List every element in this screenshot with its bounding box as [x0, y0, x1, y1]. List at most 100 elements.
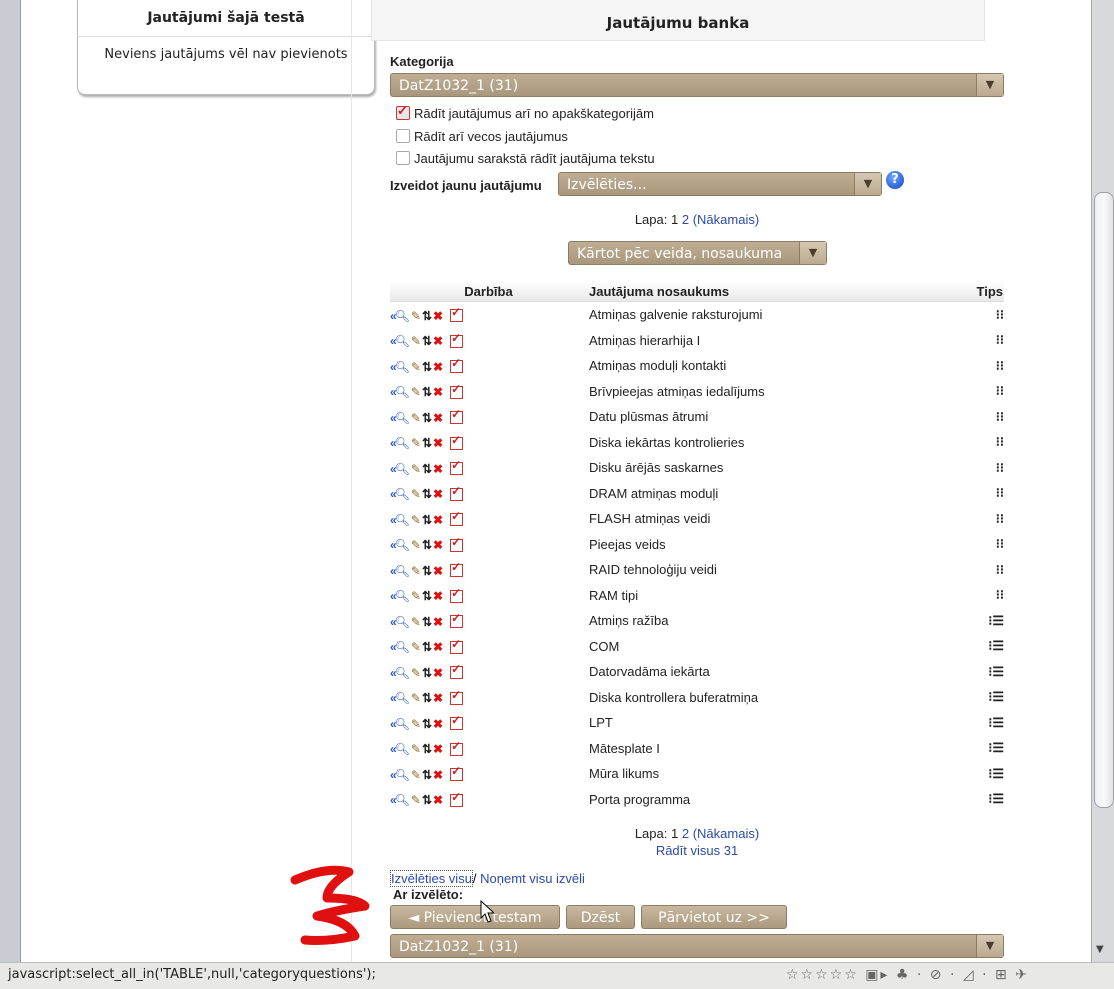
preview-icon[interactable]: 🔍︎ — [395, 691, 410, 705]
delete-icon[interactable]: ✖ — [433, 564, 443, 578]
row-select-checkbox[interactable] — [450, 458, 464, 476]
delete-button[interactable]: Dzēst — [566, 905, 635, 929]
preview-icon[interactable]: 🔍︎ — [395, 793, 410, 807]
edit-icon[interactable]: ✎ — [411, 334, 421, 348]
add-to-test-icon[interactable]: « — [390, 793, 396, 807]
col-header-name[interactable]: Jautājuma nosaukums — [587, 281, 942, 302]
edit-icon[interactable]: ✎ — [411, 564, 421, 578]
row-select-checkbox[interactable] — [450, 433, 464, 450]
edit-icon[interactable]: ✎ — [411, 742, 421, 756]
row-select-checkbox[interactable] — [450, 790, 464, 807]
move-target-select[interactable]: DatZ1032_1 (31) ▼ — [390, 934, 1004, 958]
delete-icon[interactable]: ✖ — [433, 640, 443, 654]
edit-icon[interactable]: ✎ — [411, 309, 421, 323]
preview-icon[interactable]: 🔍︎ — [395, 615, 410, 629]
preview-icon[interactable]: 🔍︎ — [395, 564, 410, 578]
add-to-test-icon[interactable]: « — [390, 615, 396, 629]
preview-icon[interactable]: 🔍︎ — [395, 538, 410, 552]
row-select-checkbox[interactable] — [450, 764, 464, 782]
row-select-checkbox[interactable] — [450, 560, 464, 578]
next-page-link[interactable]: (Nākamais) — [693, 826, 759, 841]
deselect-all-link[interactable]: Noņemt visu izvēli — [480, 871, 585, 886]
row-select-checkbox[interactable] — [450, 407, 464, 425]
scrollbar-thumb[interactable] — [1094, 192, 1114, 808]
show-all-link[interactable]: Rādīt visus 31 — [656, 843, 738, 858]
edit-icon[interactable]: ✎ — [411, 640, 421, 654]
move-icon[interactable]: ⇅ — [422, 462, 432, 476]
next-page-link[interactable]: (Nākamais) — [693, 212, 759, 227]
edit-icon[interactable]: ✎ — [411, 793, 421, 807]
preview-icon[interactable]: 🔍︎ — [395, 717, 410, 731]
row-select-checkbox[interactable] — [450, 662, 464, 680]
preview-icon[interactable]: 🔍︎ — [395, 411, 410, 425]
add-to-test-icon[interactable]: « — [390, 717, 396, 731]
page-2-link[interactable]: 2 — [682, 212, 689, 227]
edit-icon[interactable]: ✎ — [411, 538, 421, 552]
row-select-checkbox[interactable] — [450, 356, 464, 374]
delete-icon[interactable]: ✖ — [433, 666, 443, 680]
edit-icon[interactable]: ✎ — [411, 487, 421, 501]
sort-select[interactable]: Kārtot pēc veida, nosaukuma ▼ — [568, 241, 827, 265]
delete-icon[interactable]: ✖ — [433, 742, 443, 756]
move-icon[interactable]: ⇅ — [422, 615, 432, 629]
move-icon[interactable]: ⇅ — [422, 436, 432, 450]
delete-icon[interactable]: ✖ — [433, 513, 443, 527]
delete-icon[interactable]: ✖ — [433, 768, 443, 782]
col-header-type[interactable]: Tips — [942, 281, 1004, 302]
move-to-button[interactable]: Pārvietot uz >> — [641, 905, 787, 929]
checkbox-show-text[interactable]: Jautājumu sarakstā rādīt jautājuma tekst… — [396, 151, 655, 166]
move-icon[interactable]: ⇅ — [422, 666, 432, 680]
delete-icon[interactable]: ✖ — [433, 462, 443, 476]
create-question-select[interactable]: Izvēlēties... ▼ — [558, 172, 882, 196]
add-to-test-button[interactable]: ◄ Pievienot testam — [390, 905, 560, 929]
preview-icon[interactable]: 🔍︎ — [395, 666, 410, 680]
preview-icon[interactable]: 🔍︎ — [395, 334, 410, 348]
edit-icon[interactable]: ✎ — [411, 768, 421, 782]
edit-icon[interactable]: ✎ — [411, 589, 421, 603]
row-select-checkbox[interactable] — [450, 331, 464, 348]
move-icon[interactable]: ⇅ — [422, 385, 432, 399]
preview-icon[interactable]: 🔍︎ — [395, 436, 410, 450]
add-to-test-icon[interactable]: « — [390, 309, 396, 323]
add-to-test-icon[interactable]: « — [390, 513, 396, 527]
row-select-checkbox[interactable] — [450, 586, 464, 603]
delete-icon[interactable]: ✖ — [433, 436, 443, 450]
move-icon[interactable]: ⇅ — [422, 513, 432, 527]
move-icon[interactable]: ⇅ — [422, 564, 432, 578]
delete-icon[interactable]: ✖ — [433, 589, 443, 603]
delete-icon[interactable]: ✖ — [433, 385, 443, 399]
move-icon[interactable]: ⇅ — [422, 538, 432, 552]
delete-icon[interactable]: ✖ — [433, 360, 443, 374]
row-select-checkbox[interactable] — [450, 739, 464, 756]
row-select-checkbox[interactable] — [450, 535, 464, 552]
add-to-test-icon[interactable]: « — [390, 385, 396, 399]
delete-icon[interactable]: ✖ — [433, 411, 443, 425]
row-select-checkbox[interactable] — [450, 713, 464, 731]
row-select-checkbox[interactable] — [450, 509, 464, 527]
checkbox-unchecked-icon[interactable] — [396, 129, 410, 143]
move-icon[interactable]: ⇅ — [422, 793, 432, 807]
edit-icon[interactable]: ✎ — [411, 411, 421, 425]
move-icon[interactable]: ⇅ — [422, 487, 432, 501]
edit-icon[interactable]: ✎ — [411, 360, 421, 374]
help-icon[interactable]: ? — [886, 171, 904, 189]
preview-icon[interactable]: 🔍︎ — [395, 768, 410, 782]
delete-icon[interactable]: ✖ — [433, 615, 443, 629]
edit-icon[interactable]: ✎ — [411, 385, 421, 399]
select-all-link[interactable]: Izvēlēties visu — [390, 870, 473, 887]
add-to-test-icon[interactable]: « — [390, 666, 396, 680]
add-to-test-icon[interactable]: « — [390, 334, 396, 348]
checkbox-subcategories[interactable]: Rādīt jautājumus arī no apakškategorijām — [396, 103, 654, 121]
row-select-checkbox[interactable] — [450, 305, 464, 323]
delete-icon[interactable]: ✖ — [433, 538, 443, 552]
checkbox-checked-icon[interactable] — [396, 103, 410, 120]
add-to-test-icon[interactable]: « — [390, 411, 396, 425]
delete-icon[interactable]: ✖ — [433, 691, 443, 705]
page-2-link[interactable]: 2 — [682, 826, 689, 841]
col-header-action[interactable]: Darbība — [390, 281, 587, 302]
add-to-test-icon[interactable]: « — [390, 742, 396, 756]
add-to-test-icon[interactable]: « — [390, 589, 396, 603]
delete-icon[interactable]: ✖ — [433, 487, 443, 501]
move-icon[interactable]: ⇅ — [422, 742, 432, 756]
edit-icon[interactable]: ✎ — [411, 615, 421, 629]
